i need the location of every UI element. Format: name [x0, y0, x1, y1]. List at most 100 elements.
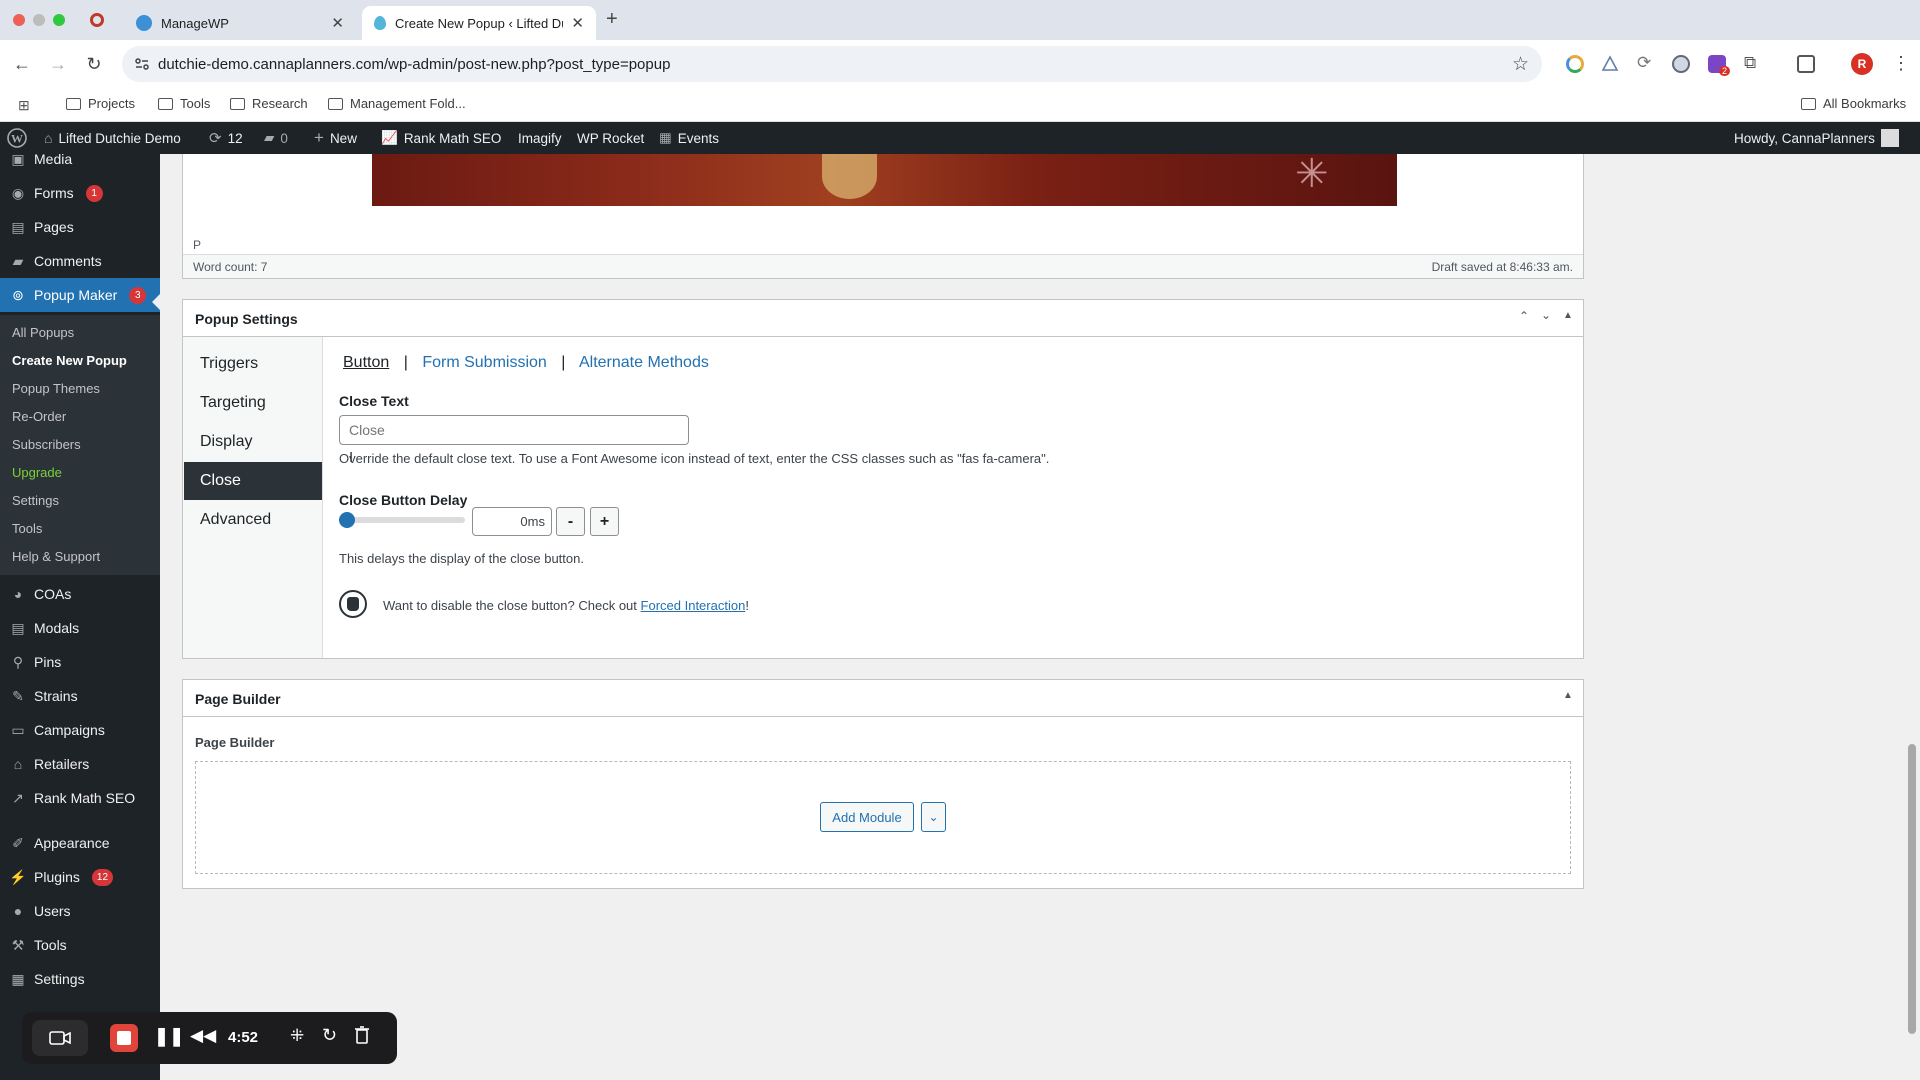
menu-item-users[interactable]: ● Users — [0, 894, 160, 928]
trash-icon[interactable] — [354, 1025, 370, 1045]
editor-path: P — [193, 238, 202, 252]
apps-grid-icon[interactable]: ⊞ — [18, 97, 30, 114]
menu-item-rank-math[interactable]: ↗ Rank Math SEO — [0, 781, 160, 815]
browser-menu-icon[interactable]: ⋮ — [1892, 53, 1910, 74]
extension-color-icon[interactable] — [1566, 55, 1584, 73]
menu-item-pins[interactable]: ⚲ Pins — [0, 645, 160, 679]
tab-triggers[interactable]: Triggers — [184, 345, 322, 383]
subtab-form-submission[interactable]: Form Submission — [422, 354, 546, 371]
move-up-icon[interactable]: ⌃ — [1519, 309, 1529, 323]
move-down-icon[interactable]: ⌄ — [1541, 308, 1551, 322]
submenu-tools[interactable]: Tools — [12, 521, 42, 536]
camera-icon[interactable] — [32, 1020, 88, 1056]
bookmark-projects[interactable]: Projects — [66, 96, 135, 111]
maximize-window-button[interactable] — [53, 14, 65, 26]
delay-decrease-button[interactable]: - — [556, 507, 585, 536]
users-icon: ● — [13, 903, 23, 919]
menu-item-strains[interactable]: ✎ Strains — [0, 679, 160, 713]
tab-targeting[interactable]: Targeting — [184, 384, 322, 422]
page-scrollbar[interactable] — [1904, 154, 1920, 1080]
drop-favicon-icon — [374, 16, 386, 30]
site-name-link[interactable]: ⌂ Lifted Dutchie Demo — [44, 122, 181, 154]
toggle-panel-icon[interactable]: ▲ — [1563, 690, 1573, 701]
notice-end: ! — [745, 598, 749, 613]
tab-display[interactable]: Display — [184, 423, 322, 461]
close-tab-icon[interactable]: ✕ — [571, 14, 584, 32]
tab-create-new-popup[interactable]: Create New Popup ‹ Lifted Du ✕ — [362, 6, 596, 40]
imagify-link[interactable]: Imagify — [518, 122, 562, 154]
wp-rocket-link[interactable]: WP Rocket — [577, 122, 644, 154]
events-link[interactable]: ▦ Events — [659, 122, 719, 154]
bookmark-research[interactable]: Research — [230, 96, 308, 111]
extension-drive-icon[interactable] — [1601, 55, 1619, 73]
menu-item-coas[interactable]: ◕ COAs — [0, 577, 160, 611]
all-bookmarks[interactable]: All Bookmarks — [1801, 96, 1906, 111]
menu-label: Settings — [34, 971, 85, 987]
tab-advanced[interactable]: Advanced — [184, 501, 322, 539]
menu-item-appearance[interactable]: ✐ Appearance — [0, 826, 160, 860]
close-delay-slider[interactable] — [339, 512, 465, 528]
bookmark-star-icon[interactable]: ☆ — [1512, 53, 1529, 76]
submenu-re-order[interactable]: Re-Order — [12, 409, 66, 424]
submenu-all-popups[interactable]: All Popups — [12, 325, 74, 340]
slider-handle[interactable] — [339, 512, 355, 528]
submenu-popup-themes[interactable]: Popup Themes — [12, 381, 100, 396]
extension-refresh-icon[interactable]: ⟳ — [1637, 53, 1655, 72]
rewind-icon[interactable]: ◀◀ — [190, 1026, 216, 1046]
my-account-link[interactable]: Howdy, CannaPlanners — [1734, 122, 1899, 154]
close-tab-icon[interactable]: ✕ — [331, 14, 344, 32]
restart-icon[interactable]: ↻ — [322, 1025, 337, 1046]
side-panel-icon[interactable] — [1797, 55, 1815, 73]
menu-label: Comments — [34, 253, 102, 269]
add-module-button[interactable]: Add Module — [820, 802, 914, 832]
comments-link[interactable]: ▰ 0 — [264, 122, 288, 154]
new-content-link[interactable]: + New — [314, 122, 357, 154]
subtab-button[interactable]: Button — [343, 354, 389, 371]
close-text-input[interactable] — [339, 415, 689, 445]
tab-managewp[interactable]: ManageWP ✕ — [124, 6, 356, 40]
extension-shield-icon[interactable] — [1672, 55, 1690, 73]
profile-avatar[interactable]: R — [1851, 53, 1873, 75]
delay-increase-button[interactable]: + — [590, 507, 619, 536]
address-bar[interactable]: dutchie-demo.cannaplanners.com/wp-admin/… — [122, 46, 1542, 82]
submenu-upgrade[interactable]: Upgrade — [12, 465, 62, 480]
submenu-subscribers[interactable]: Subscribers — [12, 437, 81, 452]
close-window-button[interactable] — [13, 14, 25, 26]
submenu-create-new-popup[interactable]: Create New Popup — [12, 353, 127, 368]
toggle-panel-icon[interactable]: ▲ — [1563, 310, 1573, 321]
menu-item-comments[interactable]: ▰ Comments — [0, 244, 160, 278]
site-settings-icon[interactable] — [134, 56, 150, 72]
wordpress-logo-icon[interactable]: W — [7, 122, 27, 154]
forced-interaction-link[interactable]: Forced Interaction — [641, 598, 746, 613]
forward-icon[interactable]: → — [46, 52, 70, 76]
close-delay-input[interactable]: 0 ms — [472, 507, 552, 536]
menu-item-tools[interactable]: ⚒ Tools — [0, 928, 160, 962]
menu-item-campaigns[interactable]: ▭ Campaigns — [0, 713, 160, 747]
grid-icon[interactable]: ⁜ — [290, 1026, 304, 1046]
rank-math-link[interactable]: 📈 Rank Math SEO — [381, 122, 501, 154]
back-icon[interactable]: ← — [10, 52, 34, 76]
updates-link[interactable]: ⟳ 12 — [209, 122, 243, 154]
pause-icon[interactable]: ❚❚ — [154, 1026, 184, 1047]
bookmark-management-folder[interactable]: Management Fold... — [328, 96, 466, 111]
submenu-help-support[interactable]: Help & Support — [12, 549, 100, 564]
bookmark-tools[interactable]: Tools — [158, 96, 210, 111]
submenu-settings[interactable]: Settings — [12, 493, 59, 508]
extensions-puzzle-icon[interactable]: ⧉ — [1744, 53, 1762, 72]
menu-item-popup-maker[interactable]: ⊚ Popup Maker 3 — [0, 278, 160, 312]
menu-item-retailers[interactable]: ⌂ Retailers — [0, 747, 160, 781]
menu-item-settings[interactable]: ▦ Settings — [0, 962, 160, 996]
menu-item-media[interactable]: ▣ Media — [0, 154, 160, 176]
stop-recording-button[interactable] — [110, 1024, 138, 1052]
tab-close[interactable]: Close — [184, 462, 322, 500]
menu-item-pages[interactable]: ▤ Pages — [0, 210, 160, 244]
new-tab-icon[interactable]: + — [606, 8, 618, 31]
menu-item-modals[interactable]: ▤ Modals — [0, 611, 160, 645]
reload-icon[interactable]: ↻ — [82, 52, 106, 76]
add-module-dropdown-icon[interactable]: ⌄ — [921, 802, 946, 832]
menu-item-forms[interactable]: ◉ Forms 1 — [0, 176, 160, 210]
scrollbar-thumb[interactable] — [1908, 744, 1916, 1034]
minimize-window-button[interactable] — [33, 14, 45, 26]
menu-item-plugins[interactable]: ⚡ Plugins 12 — [0, 860, 160, 894]
subtab-alternate-methods[interactable]: Alternate Methods — [579, 354, 709, 371]
